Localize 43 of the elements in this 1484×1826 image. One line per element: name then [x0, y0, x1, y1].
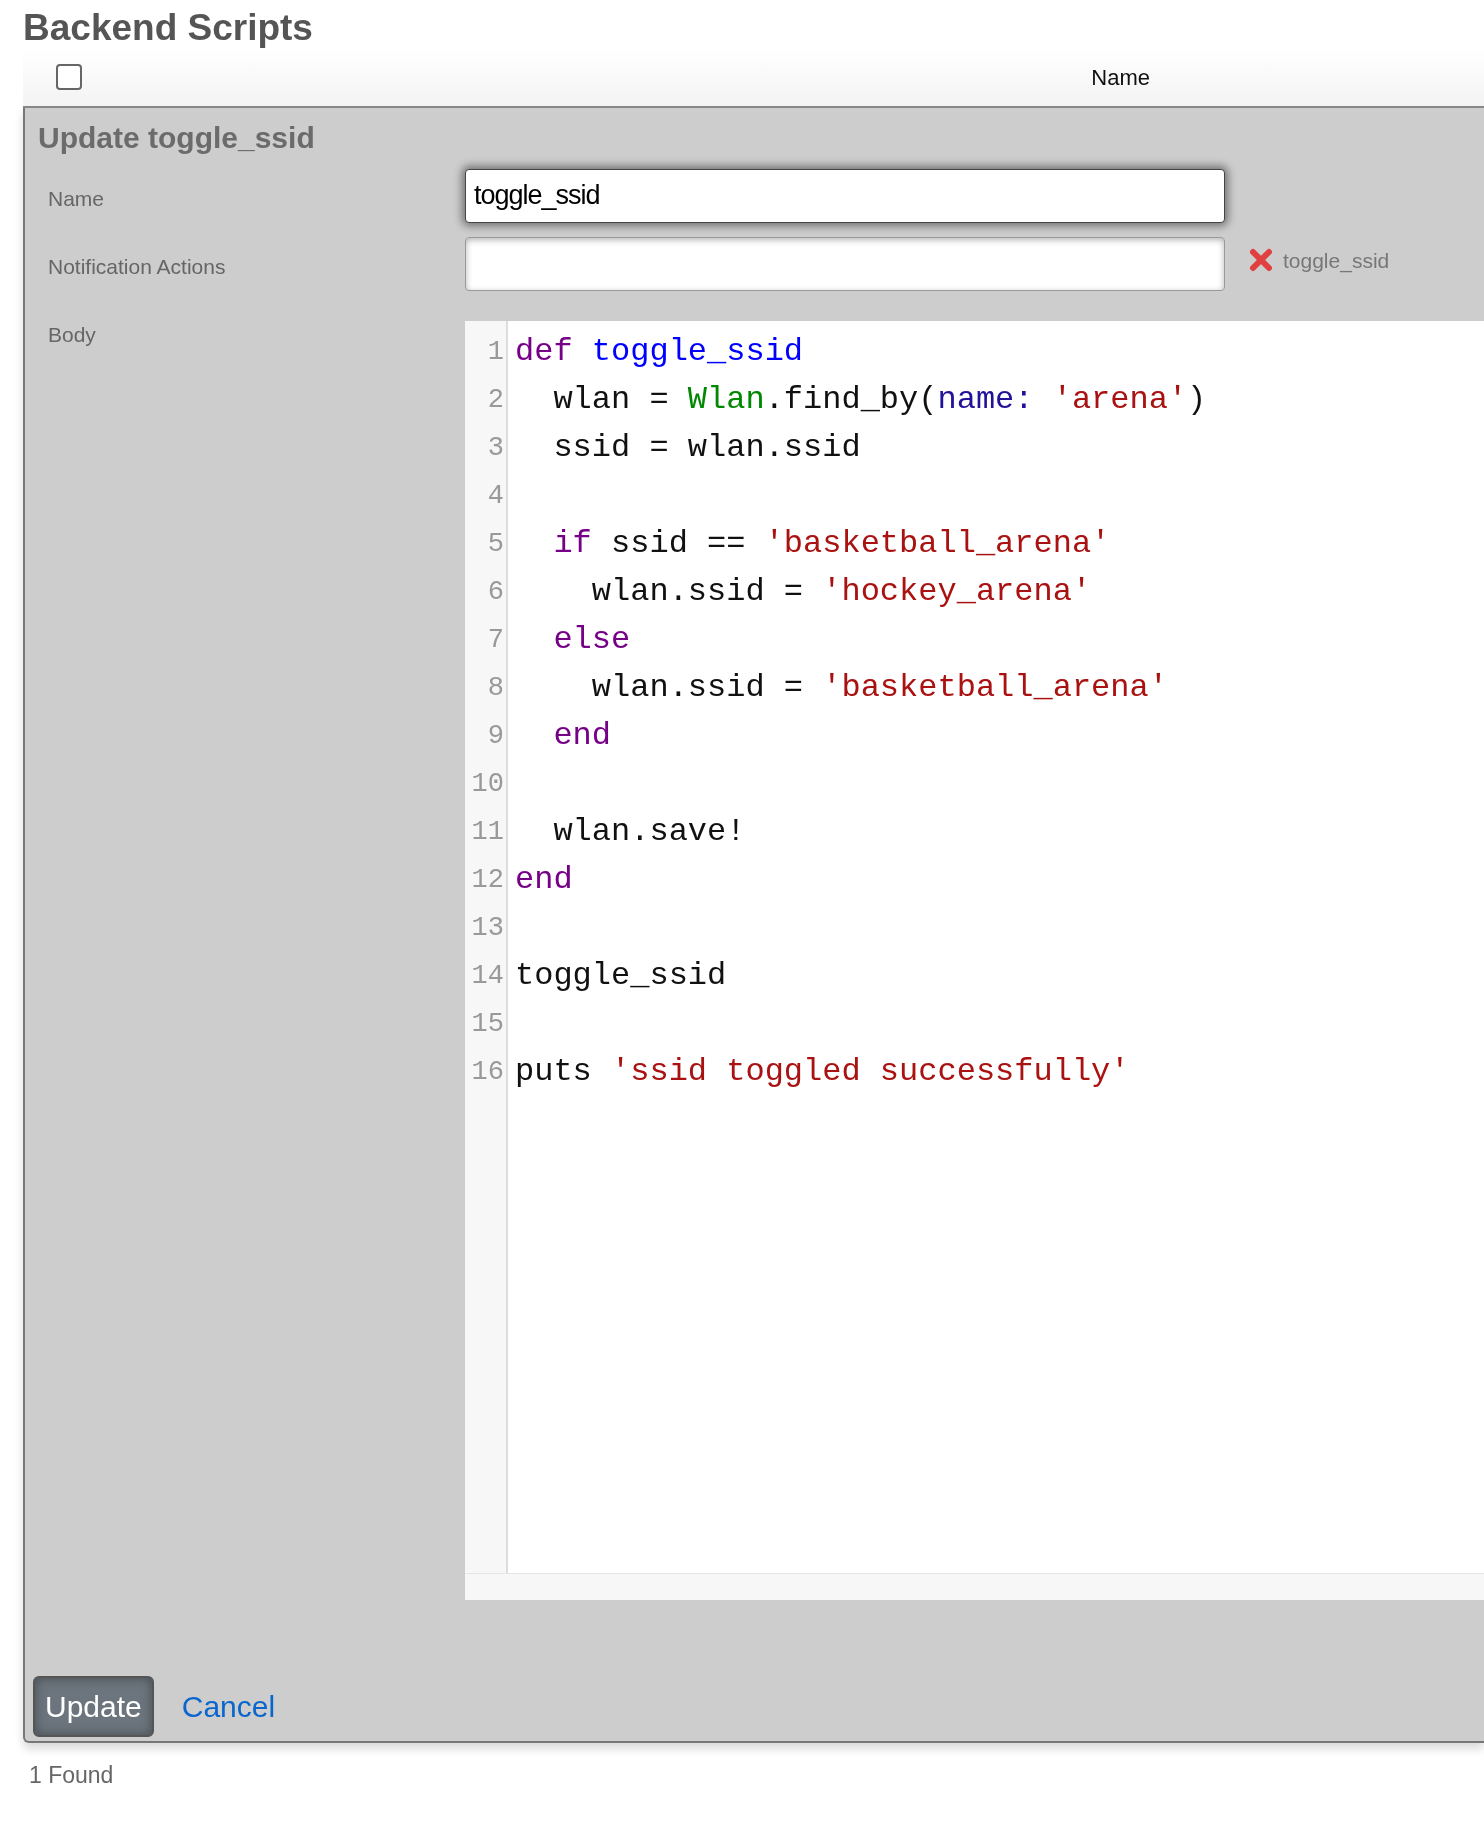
field-label: Body: [47, 321, 97, 348]
column-header[interactable]: Name: [1091, 60, 1150, 94]
remove-icon[interactable]: [1249, 248, 1273, 273]
line-number: 13: [470, 911, 505, 945]
line-number: 2: [486, 383, 505, 417]
code-line: else: [552, 619, 632, 660]
field-label: Name: [47, 185, 106, 212]
line-number: 3: [486, 431, 505, 465]
form-title: Update toggle_ssid: [38, 119, 316, 156]
line-number: 11: [470, 815, 505, 849]
code-line: def toggle_ssid: [515, 331, 805, 372]
code-line: wlan.save!: [552, 811, 747, 852]
code-line: wlan = Wlan.find_by(name: 'arena'): [552, 379, 1207, 420]
line-number: 7: [486, 623, 505, 657]
line-number: 15: [470, 1007, 505, 1041]
code-line: if ssid == 'basketball_arena': [552, 523, 1112, 564]
page-title: Backend Scripts: [23, 8, 314, 49]
code-line: puts 'ssid toggled successfully': [515, 1051, 1131, 1092]
line-number: 9: [486, 719, 505, 753]
code-editor[interactable]: [465, 320, 1484, 1600]
line-number: 12: [470, 863, 505, 897]
results-count: 1 Found: [29, 1760, 115, 1790]
code-line: end: [552, 715, 612, 756]
line-number: 4: [486, 479, 505, 513]
code-line: end: [515, 859, 574, 900]
tag-label: toggle_ssid: [1283, 247, 1390, 275]
line-number: 14: [470, 959, 505, 993]
notification-actions-input[interactable]: [465, 236, 1225, 291]
horizontal-scrollbar[interactable]: [465, 1572, 1484, 1600]
code-line: wlan.ssid = 'hockey_arena': [590, 571, 1093, 612]
update-button[interactable]: Update: [33, 1675, 154, 1737]
line-number: 1: [486, 335, 505, 369]
line-number: 16: [470, 1055, 505, 1089]
code-line: toggle_ssid: [515, 955, 728, 996]
line-number: 5: [486, 527, 505, 561]
line-number: 10: [470, 767, 505, 801]
code-line: wlan.ssid = 'basketball_arena': [590, 667, 1169, 708]
name-input[interactable]: toggle_ssid: [465, 168, 1225, 223]
line-number: 8: [486, 671, 505, 705]
code-line: ssid = wlan.ssid: [552, 427, 862, 468]
field-label: Notification Actions: [47, 253, 227, 280]
select-all-checkbox[interactable]: [56, 64, 82, 91]
line-number: 6: [486, 575, 505, 609]
